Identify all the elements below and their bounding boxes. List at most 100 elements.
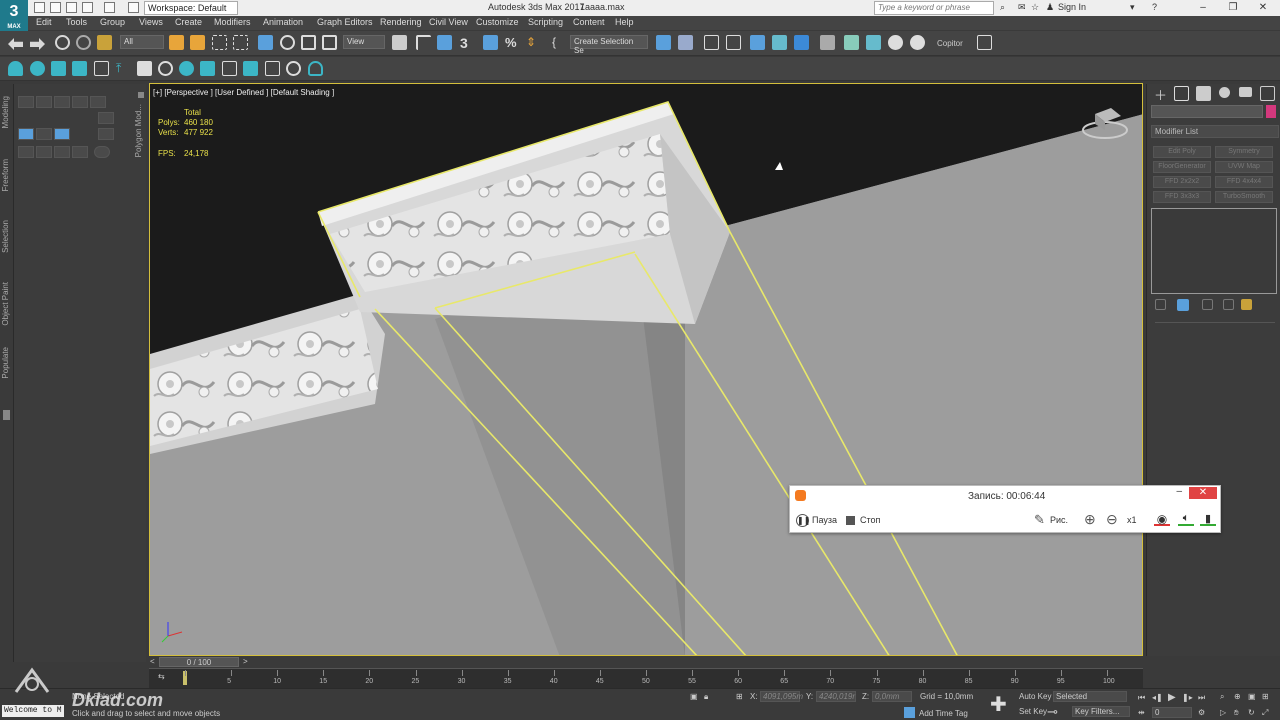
particles-icon[interactable] [243, 61, 258, 76]
box-icon[interactable] [265, 61, 280, 76]
user-icon[interactable]: ♟ [1046, 2, 1054, 13]
paint-brush-icon[interactable] [8, 61, 23, 76]
remove-modifier-icon[interactable] [1223, 299, 1234, 310]
light-bulb-icon[interactable] [308, 61, 323, 76]
motion-tab-icon[interactable] [1219, 87, 1230, 98]
webcam-icon[interactable]: ◉ [1154, 512, 1170, 526]
modifier-ffd-2x2x2-button[interactable]: FFD 2x2x2 [1153, 176, 1211, 188]
zoom-out-icon[interactable]: ⊖ [1106, 511, 1118, 528]
tool-e-icon[interactable] [94, 146, 110, 158]
create-tab-icon[interactable]: ＋ [1154, 85, 1167, 104]
modifier-symmetry-button[interactable]: Symmetry [1215, 146, 1273, 158]
tab-object-paint[interactable]: Object Paint [1, 282, 10, 326]
modifier-turbosmooth-button[interactable]: TurboSmooth [1215, 191, 1273, 203]
recorder-minimize-button[interactable]: – [1176, 486, 1182, 497]
bind-space-warp-icon[interactable] [97, 35, 112, 50]
tab-populate[interactable]: Populate [1, 347, 10, 379]
zoom-level[interactable]: x1 [1127, 515, 1137, 525]
favorites-icon[interactable]: ☆ [1031, 2, 1039, 13]
region-select-icon[interactable] [212, 35, 227, 50]
menu-create[interactable]: Create [175, 17, 202, 27]
make-unique-icon[interactable] [1202, 299, 1213, 310]
track-bar[interactable]: ⇆ 5 10 15 20 25 30 35 40 45 50 55 60 65 70 75 80 85 90 95 1… [149, 668, 1143, 688]
stop-button[interactable]: Стоп [860, 515, 880, 525]
element-icon[interactable] [90, 96, 106, 108]
x-coordinate-field[interactable]: 4091,095m [760, 691, 803, 702]
scale-icon[interactable] [301, 35, 316, 50]
app-logo[interactable]: 3 MAX [0, 0, 28, 32]
zoom-all-icon[interactable]: ⊕ [1234, 692, 1241, 701]
workspace-dropdown[interactable]: Workspace: Default [144, 1, 238, 15]
search-input[interactable]: Type a keyword or phrase [874, 1, 994, 15]
refresh-icon[interactable] [158, 61, 173, 76]
edit-named-selection-icon[interactable]: { [552, 35, 567, 50]
tool-d-icon[interactable] [72, 146, 88, 158]
z-coordinate-field[interactable]: 0,0mm [872, 691, 912, 702]
search-icon[interactable]: ⌕ [1000, 2, 1005, 13]
scene-explorer-icon[interactable] [704, 35, 719, 50]
modifier-stack[interactable] [1151, 208, 1277, 294]
stop-icon[interactable] [846, 516, 855, 525]
modifier-ffd-4x4x4-button[interactable]: FFD 4x4x4 [1215, 176, 1273, 188]
auto-key-button[interactable]: Auto Key [1019, 692, 1051, 701]
selection-filter-dropdown[interactable]: All [120, 35, 164, 49]
go-to-end-icon[interactable]: ⏭︎ [1198, 693, 1205, 703]
pan-icon[interactable]: ✋︎ [1234, 708, 1239, 718]
menu-rendering[interactable]: Rendering [380, 17, 422, 27]
minimize-button[interactable]: – [1188, 0, 1218, 16]
list-icon[interactable] [94, 61, 109, 76]
sign-in-link[interactable]: Sign In [1058, 2, 1086, 12]
panel-expand-icon[interactable] [138, 92, 144, 98]
render-production-icon[interactable] [888, 35, 903, 50]
speaker-icon[interactable]: 🔈︎ [1178, 512, 1194, 526]
grid-icon[interactable] [200, 61, 215, 76]
pencil-icon[interactable]: ✎ [1034, 512, 1045, 528]
modifier-ffd-3x3x3-button[interactable]: FFD 3x3x3 [1153, 191, 1211, 203]
vertex-icon[interactable] [18, 96, 34, 108]
perspective-viewport[interactable]: [+] [Perspective ] [User Defined ] [Defa… [149, 83, 1143, 656]
snaps-toggle-icon[interactable]: 3 [460, 35, 475, 51]
save-file-icon[interactable] [66, 2, 77, 13]
render-iterative-icon[interactable] [910, 35, 925, 50]
show-end-result-icon[interactable] [1177, 299, 1189, 311]
orbit-icon[interactable]: ↻ [1248, 708, 1255, 717]
undo-icon[interactable] [8, 38, 23, 50]
menu-group[interactable]: Group [100, 17, 125, 27]
zoom-extents-icon[interactable]: ▣ [1248, 692, 1256, 701]
copitor-label[interactable]: Copitor [937, 39, 963, 48]
unlink-icon[interactable] [76, 35, 91, 50]
tab-modeling[interactable]: Modeling [1, 96, 10, 128]
viewport-label[interactable]: [+] [Perspective ] [User Defined ] [Defa… [153, 88, 334, 97]
go-to-start-icon[interactable]: ⏮︎ [1138, 693, 1145, 703]
keyboard-shortcut-toggle-icon[interactable] [437, 35, 452, 50]
render-setup-icon[interactable] [844, 35, 859, 50]
frame-icon[interactable] [222, 61, 237, 76]
undo-icon[interactable] [82, 2, 93, 13]
curve-editor-icon[interactable] [772, 35, 787, 50]
zoom-icon[interactable]: ⌕ [1220, 692, 1224, 702]
display-tab-icon[interactable] [1239, 87, 1252, 97]
maximize-viewport-icon[interactable]: ⤢ [1262, 708, 1268, 718]
add-time-tag-button[interactable]: Add Time Tag [919, 709, 968, 718]
object-color-swatch[interactable] [1266, 105, 1276, 118]
tool-c-icon[interactable] [54, 146, 70, 158]
select-mode-icon[interactable] [36, 128, 52, 140]
named-selection-dropdown[interactable]: Create Selection Se [570, 35, 648, 55]
pivot-center-icon[interactable] [392, 35, 407, 50]
set-key-button[interactable]: Set Key [1019, 707, 1047, 716]
edge-icon[interactable] [36, 96, 52, 108]
tool-b-icon[interactable] [36, 146, 52, 158]
menu-customize[interactable]: Customize [476, 17, 519, 27]
torus-icon[interactable] [286, 61, 301, 76]
redo-icon[interactable] [104, 2, 115, 13]
menu-graph-editors[interactable]: Graph Editors [317, 17, 373, 27]
close-button[interactable]: ✕ [1248, 0, 1278, 16]
open-file-icon[interactable] [50, 2, 61, 13]
schematic-view-icon[interactable] [794, 35, 809, 50]
object-name-field[interactable] [1151, 105, 1263, 118]
helper-icon[interactable] [51, 61, 66, 76]
set-keys-icon[interactable]: ⊸ [1047, 704, 1058, 720]
settings-icon[interactable] [98, 128, 114, 140]
new-file-icon[interactable] [34, 2, 45, 13]
material-editor-icon[interactable] [820, 35, 835, 50]
